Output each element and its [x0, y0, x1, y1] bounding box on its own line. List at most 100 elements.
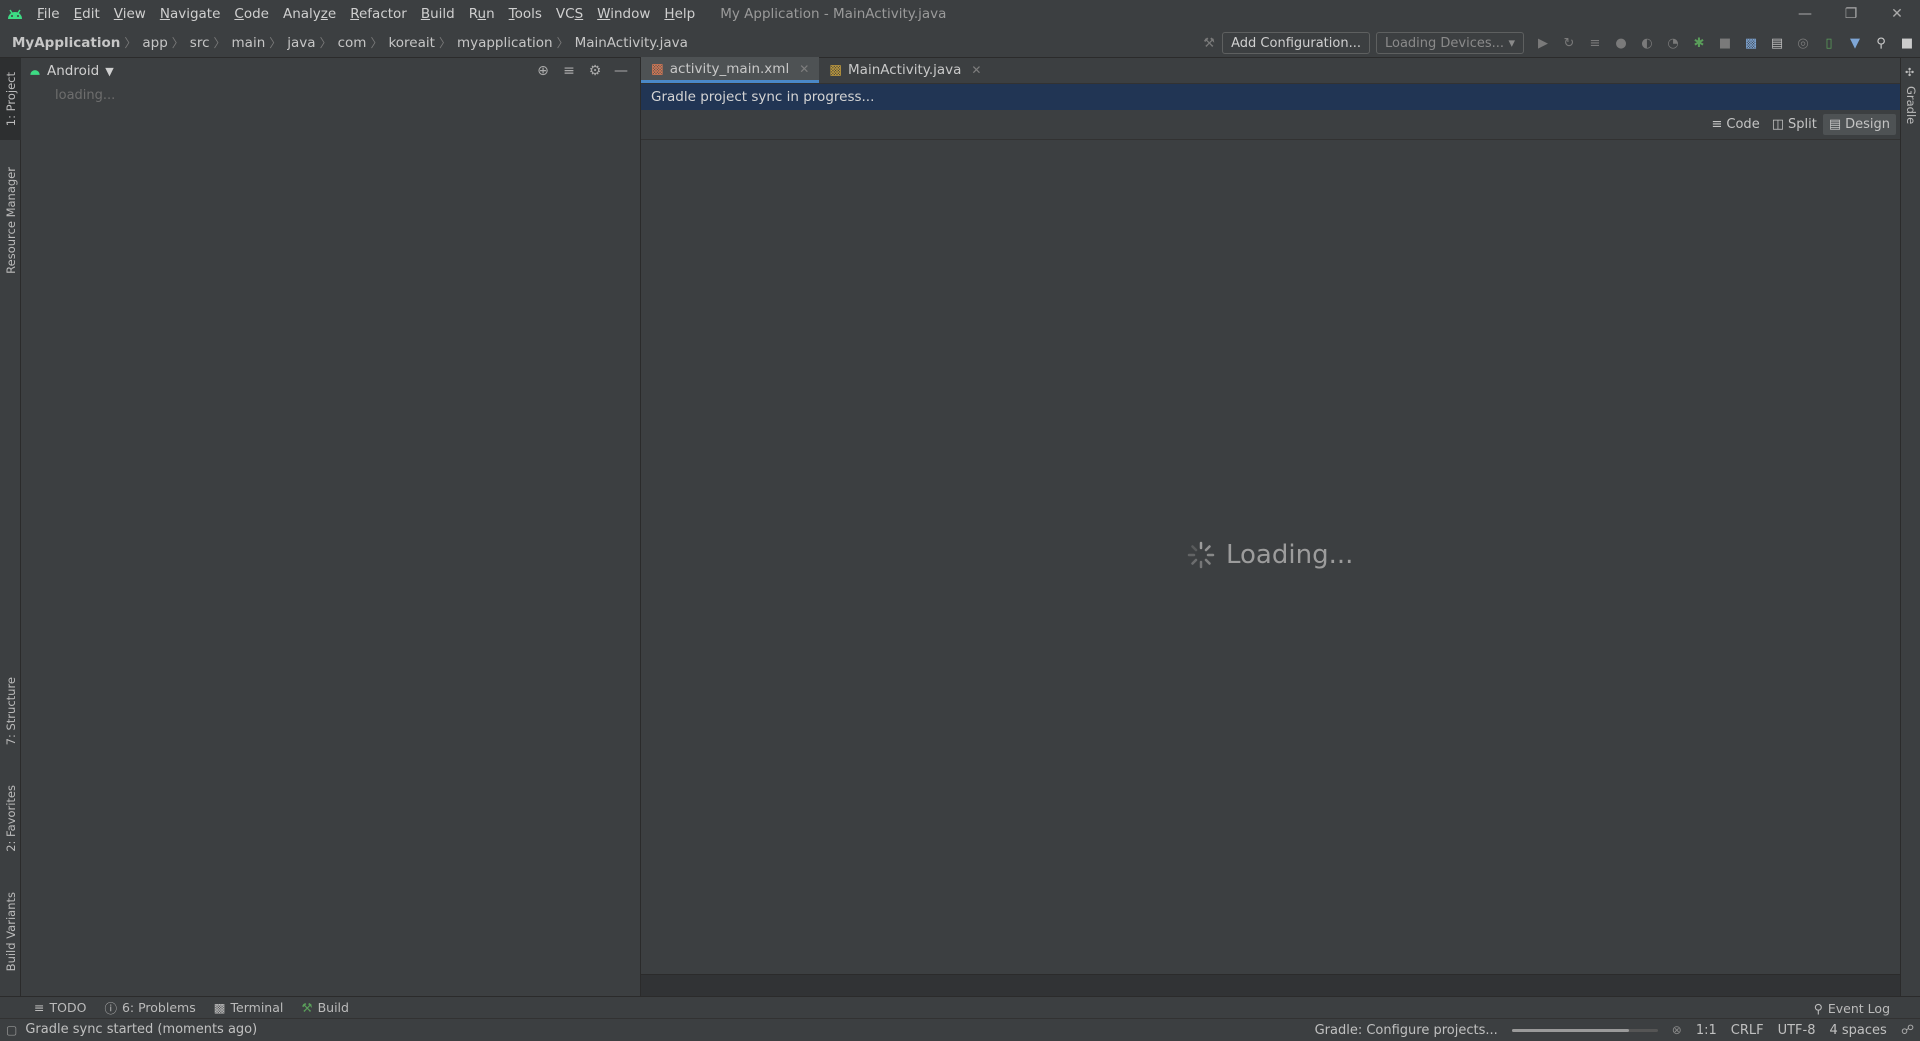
menu-item[interactable]: View: [107, 0, 153, 28]
chevron-right-icon: 〉: [171, 36, 184, 50]
tab-problems[interactable]: ⓘ 6: Problems: [104, 998, 195, 1017]
menu-item[interactable]: Code: [227, 0, 276, 28]
attach-debugger-icon[interactable]: ✱: [1686, 28, 1712, 58]
rerun-icon[interactable]: ↻: [1556, 28, 1582, 58]
menu-item[interactable]: Navigate: [153, 0, 228, 28]
menu-item[interactable]: Analyze: [276, 0, 343, 28]
design-view-icon: ▤: [1828, 117, 1842, 132]
run-icon[interactable]: ▶: [1530, 28, 1556, 58]
breadcrumb-item[interactable]: MyApplication: [0, 35, 124, 51]
breadcrumb-item[interactable]: myapplication: [451, 35, 557, 51]
device-selector[interactable]: Loading Devices... ▾: [1376, 32, 1524, 54]
editor-bottom-bar: [641, 974, 1900, 996]
menu-item-label: ools: [514, 6, 542, 22]
breadcrumb-item[interactable]: src: [184, 35, 214, 51]
minimize-button[interactable]: —: [1782, 0, 1828, 28]
coverage-icon[interactable]: ◐: [1634, 28, 1660, 58]
menu-item-label: iew: [122, 6, 146, 22]
hammer-icon[interactable]: ⚒: [1196, 28, 1222, 58]
menu-mnemonic: F: [37, 6, 44, 22]
add-configuration-button[interactable]: Add Configuration...: [1222, 32, 1370, 54]
project-view-selector[interactable]: Android ▼: [29, 63, 114, 79]
sdk-manager-icon[interactable]: ▼: [1842, 28, 1868, 58]
main-toolbar: ⚒ Add Configuration... Loading Devices..…: [1196, 28, 1920, 58]
todo-icon: ≡: [34, 1000, 45, 1015]
account-icon[interactable]: ■: [1894, 28, 1920, 58]
tab-event-log[interactable]: ⚲ Event Log: [1814, 997, 1890, 1019]
line-separator[interactable]: CRLF: [1731, 1023, 1764, 1038]
close-icon[interactable]: ✕: [971, 63, 981, 77]
cancel-task-icon[interactable]: ⊗: [1672, 1023, 1682, 1037]
tab-build[interactable]: ⚒ Build: [301, 1000, 349, 1015]
indent-setting[interactable]: 4 spaces: [1830, 1023, 1887, 1038]
right-tool-strip: ✣ Gradle: [1900, 58, 1920, 996]
menu-item[interactable]: Build: [414, 0, 462, 28]
debug-icon[interactable]: ●: [1608, 28, 1634, 58]
left-tool-strip: 1: Project Resource Manager 7: Structure…: [0, 58, 21, 996]
avd-manager-icon[interactable]: ▯: [1816, 28, 1842, 58]
background-task-label[interactable]: Gradle: Configure projects...: [1315, 1023, 1498, 1038]
tab-project[interactable]: 1: Project: [0, 58, 21, 140]
tab-build-variants[interactable]: Build Variants: [0, 882, 21, 982]
menu-item[interactable]: Tools: [502, 0, 549, 28]
tab-gradle[interactable]: Gradle: [1904, 86, 1918, 124]
lock-icon[interactable]: ☍: [1901, 1023, 1914, 1038]
android-studio-logo: [0, 0, 30, 28]
tab-resource-manager[interactable]: Resource Manager: [0, 154, 21, 286]
tab-label: activity_main.xml: [669, 60, 790, 77]
menu-item-label: avigate: [169, 6, 221, 22]
tab-terminal-label: Terminal: [230, 1000, 284, 1015]
menu-item-label: Analy: [282, 6, 321, 22]
design-view-button[interactable]: ▤ Design: [1822, 114, 1896, 135]
close-icon[interactable]: ✕: [799, 62, 809, 76]
code-view-button[interactable]: ≡ Code: [1706, 114, 1766, 135]
breadcrumb-item[interactable]: koreait: [382, 35, 438, 51]
split-view-label: Split: [1787, 117, 1817, 132]
restore-button[interactable]: ❐: [1828, 0, 1874, 28]
menu-item[interactable]: Window: [590, 0, 657, 28]
sync-project-icon[interactable]: ▩: [1738, 28, 1764, 58]
menu-item[interactable]: Run: [462, 0, 502, 28]
layout-inspector-icon[interactable]: ◎: [1790, 28, 1816, 58]
project-structure-icon[interactable]: ▤: [1764, 28, 1790, 58]
caret-position[interactable]: 1:1: [1696, 1023, 1717, 1038]
collapse-all-icon[interactable]: ≡: [556, 58, 582, 84]
breadcrumb-item[interactable]: main: [226, 35, 270, 51]
menu-item[interactable]: File: [30, 0, 67, 28]
breadcrumb-item[interactable]: com: [332, 35, 371, 51]
profile-icon[interactable]: ◔: [1660, 28, 1686, 58]
code-view-label: Code: [1726, 117, 1760, 132]
tab-structure[interactable]: 7: Structure: [0, 666, 21, 756]
apply-changes-icon[interactable]: ≡: [1582, 28, 1608, 58]
tab-favorites[interactable]: 2: Favorites: [0, 770, 21, 866]
menu-item[interactable]: Refactor: [343, 0, 414, 28]
menu-item[interactable]: Edit: [67, 0, 107, 28]
tab-main-activity-java[interactable]: ▩ MainActivity.java ✕: [819, 57, 991, 83]
breadcrumb-item[interactable]: MainActivity.java: [569, 35, 692, 51]
tab-build-variants-label: Build Variants: [3, 892, 18, 972]
window-title: My Application - MainActivity.java: [720, 6, 947, 22]
breadcrumb-item[interactable]: java: [281, 35, 319, 51]
gear-icon[interactable]: ⚙: [582, 58, 608, 84]
status-message-text: Gradle sync started (moments ago): [25, 1022, 258, 1037]
tab-terminal[interactable]: ▩ Terminal: [214, 1000, 284, 1015]
menu-item[interactable]: VCS: [549, 0, 590, 28]
status-right: Gradle: Configure projects... ⊗ 1:1 CRLF…: [1315, 1019, 1914, 1041]
tab-todo[interactable]: ≡ TODO: [34, 1000, 86, 1015]
chevron-right-icon: 〉: [370, 36, 383, 50]
breadcrumb-item[interactable]: app: [136, 35, 171, 51]
project-view-label: Android: [47, 63, 100, 79]
tab-activity-main-xml[interactable]: ▩ activity_main.xml ✕: [641, 57, 820, 83]
locate-icon[interactable]: ⊕: [530, 58, 556, 84]
menu-item[interactable]: Help: [657, 0, 702, 28]
status-panel-icon[interactable]: ▢: [6, 1023, 17, 1037]
split-view-button[interactable]: ◫ Split: [1766, 114, 1823, 135]
file-encoding[interactable]: UTF-8: [1778, 1023, 1816, 1038]
title-bar: File Edit View Navigate Code Analyze Refactor B…: [0, 0, 1920, 28]
split-view-icon: ◫: [1771, 117, 1784, 132]
progress-bar: [1511, 1028, 1658, 1032]
stop-icon[interactable]: ■: [1712, 28, 1738, 58]
hide-icon[interactable]: —: [608, 58, 634, 84]
close-button[interactable]: ✕: [1874, 0, 1920, 28]
search-icon[interactable]: ⚲: [1868, 28, 1894, 58]
